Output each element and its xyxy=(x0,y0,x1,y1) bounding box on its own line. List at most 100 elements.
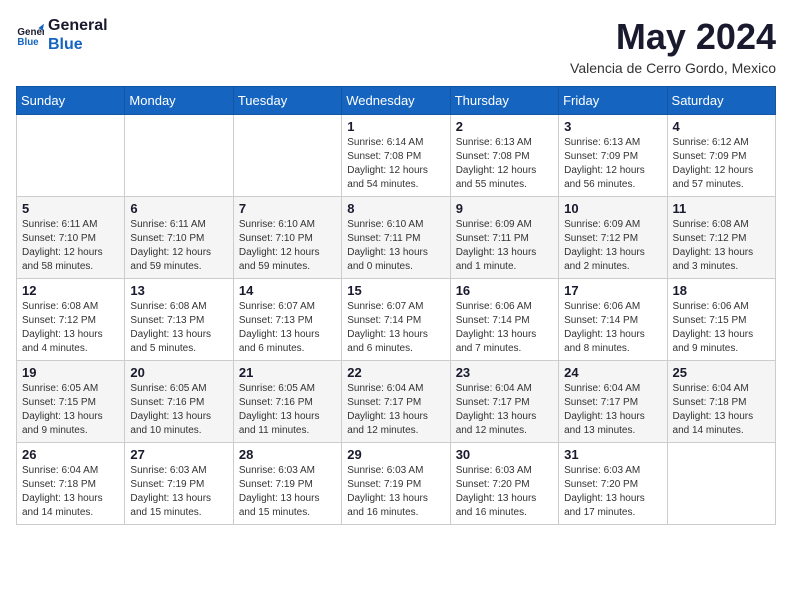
calendar-cell: 24 Sunrise: 6:04 AMSunset: 7:17 PMDayligh… xyxy=(559,361,667,443)
calendar-cell: 6 Sunrise: 6:11 AMSunset: 7:10 PMDaylight… xyxy=(125,197,233,279)
day-info: Sunrise: 6:14 AMSunset: 7:08 PMDaylight:… xyxy=(347,136,444,192)
day-info: Sunrise: 6:05 AMSunset: 7:16 PMDaylight:… xyxy=(239,382,336,438)
day-number: 9 xyxy=(456,201,553,216)
day-info: Sunrise: 6:03 AMSunset: 7:20 PMDaylight:… xyxy=(456,464,553,520)
day-number: 5 xyxy=(22,201,119,216)
day-number: 16 xyxy=(456,283,553,298)
day-number: 1 xyxy=(347,119,444,134)
day-header-thursday: Thursday xyxy=(450,87,558,115)
calendar-cell: 18Sunrise: 6:06 AMSunset: 7:15 PMDayligh… xyxy=(667,279,775,361)
calendar-table: SundayMondayTuesdayWednesdayThursdayFrid… xyxy=(16,86,776,525)
day-number: 7 xyxy=(239,201,336,216)
week-row-2: 5 Sunrise: 6:11 AMSunset: 7:10 PMDaylight… xyxy=(17,197,776,279)
day-info: Sunrise: 6:05 AMSunset: 7:16 PMDaylight:… xyxy=(130,382,227,438)
day-info: Sunrise: 6:07 AMSunset: 7:14 PMDaylight:… xyxy=(347,300,444,356)
day-number: 2 xyxy=(456,119,553,134)
day-number: 20 xyxy=(130,365,227,380)
day-info: Sunrise: 6:11 AMSunset: 7:10 PMDaylight:… xyxy=(130,218,227,274)
logo: General Blue General Blue xyxy=(16,16,108,54)
calendar-cell xyxy=(667,443,775,525)
day-number: 15 xyxy=(347,283,444,298)
location: Valencia de Cerro Gordo, Mexico xyxy=(570,60,776,76)
day-number: 28 xyxy=(239,447,336,462)
day-info: Sunrise: 6:04 AMSunset: 7:17 PMDaylight:… xyxy=(347,382,444,438)
day-number: 19 xyxy=(22,365,119,380)
day-info: Sunrise: 6:11 AMSunset: 7:10 PMDaylight:… xyxy=(22,218,119,274)
calendar-cell: 8Sunrise: 6:10 AMSunset: 7:11 PMDaylight… xyxy=(342,197,450,279)
day-info: Sunrise: 6:09 AMSunset: 7:12 PMDaylight:… xyxy=(564,218,661,274)
week-row-1: 1 Sunrise: 6:14 AMSunset: 7:08 PMDaylight… xyxy=(17,115,776,197)
day-number: 10 xyxy=(564,201,661,216)
day-header-monday: Monday xyxy=(125,87,233,115)
day-number: 29 xyxy=(347,447,444,462)
day-number: 11 xyxy=(673,201,770,216)
day-info: Sunrise: 6:08 AMSunset: 7:12 PMDaylight:… xyxy=(673,218,770,274)
calendar-cell: 27 Sunrise: 6:03 AMSunset: 7:19 PMDayligh… xyxy=(125,443,233,525)
calendar-cell: 25Sunrise: 6:04 AMSunset: 7:18 PMDayligh… xyxy=(667,361,775,443)
day-number: 3 xyxy=(564,119,661,134)
day-number: 31 xyxy=(564,447,661,462)
calendar-cell: 22 Sunrise: 6:04 AMSunset: 7:17 PMDayligh… xyxy=(342,361,450,443)
calendar-cell: 7 Sunrise: 6:10 AMSunset: 7:10 PMDaylight… xyxy=(233,197,341,279)
day-number: 8 xyxy=(347,201,444,216)
week-row-4: 19Sunrise: 6:05 AMSunset: 7:15 PMDayligh… xyxy=(17,361,776,443)
day-info: Sunrise: 6:04 AMSunset: 7:17 PMDaylight:… xyxy=(564,382,661,438)
calendar-cell: 28 Sunrise: 6:03 AMSunset: 7:19 PMDayligh… xyxy=(233,443,341,525)
day-info: Sunrise: 6:06 AMSunset: 7:14 PMDaylight:… xyxy=(564,300,661,356)
day-info: Sunrise: 6:08 AMSunset: 7:12 PMDaylight:… xyxy=(22,300,119,356)
day-number: 13 xyxy=(130,283,227,298)
day-info: Sunrise: 6:10 AMSunset: 7:10 PMDaylight:… xyxy=(239,218,336,274)
day-number: 4 xyxy=(673,119,770,134)
day-header-tuesday: Tuesday xyxy=(233,87,341,115)
calendar-cell: 10 Sunrise: 6:09 AMSunset: 7:12 PMDayligh… xyxy=(559,197,667,279)
day-info: Sunrise: 6:03 AMSunset: 7:20 PMDaylight:… xyxy=(564,464,661,520)
day-number: 6 xyxy=(130,201,227,216)
day-info: Sunrise: 6:04 AMSunset: 7:18 PMDaylight:… xyxy=(22,464,119,520)
calendar-cell: 11 Sunrise: 6:08 AMSunset: 7:12 PMDayligh… xyxy=(667,197,775,279)
calendar-cell: 12 Sunrise: 6:08 AMSunset: 7:12 PMDayligh… xyxy=(17,279,125,361)
day-info: Sunrise: 6:03 AMSunset: 7:19 PMDaylight:… xyxy=(347,464,444,520)
day-number: 12 xyxy=(22,283,119,298)
calendar-cell: 16 Sunrise: 6:06 AMSunset: 7:14 PMDayligh… xyxy=(450,279,558,361)
day-number: 14 xyxy=(239,283,336,298)
calendar-cell: 30Sunrise: 6:03 AMSunset: 7:20 PMDayligh… xyxy=(450,443,558,525)
day-info: Sunrise: 6:03 AMSunset: 7:19 PMDaylight:… xyxy=(239,464,336,520)
day-header-sunday: Sunday xyxy=(17,87,125,115)
day-info: Sunrise: 6:13 AMSunset: 7:09 PMDaylight:… xyxy=(564,136,661,192)
day-number: 25 xyxy=(673,365,770,380)
title-block: May 2024 Valencia de Cerro Gordo, Mexico xyxy=(570,16,776,76)
day-info: Sunrise: 6:08 AMSunset: 7:13 PMDaylight:… xyxy=(130,300,227,356)
calendar-cell: 21 Sunrise: 6:05 AMSunset: 7:16 PMDayligh… xyxy=(233,361,341,443)
calendar-cell: 13 Sunrise: 6:08 AMSunset: 7:13 PMDayligh… xyxy=(125,279,233,361)
svg-text:Blue: Blue xyxy=(17,37,39,48)
day-info: Sunrise: 6:06 AMSunset: 7:14 PMDaylight:… xyxy=(456,300,553,356)
days-header-row: SundayMondayTuesdayWednesdayThursdayFrid… xyxy=(17,87,776,115)
day-header-wednesday: Wednesday xyxy=(342,87,450,115)
day-info: Sunrise: 6:03 AMSunset: 7:19 PMDaylight:… xyxy=(130,464,227,520)
calendar-cell: 17 Sunrise: 6:06 AMSunset: 7:14 PMDayligh… xyxy=(559,279,667,361)
day-info: Sunrise: 6:04 AMSunset: 7:17 PMDaylight:… xyxy=(456,382,553,438)
calendar-cell: 23 Sunrise: 6:04 AMSunset: 7:17 PMDayligh… xyxy=(450,361,558,443)
day-number: 21 xyxy=(239,365,336,380)
calendar-cell xyxy=(17,115,125,197)
day-info: Sunrise: 6:09 AMSunset: 7:11 PMDaylight:… xyxy=(456,218,553,274)
calendar-cell: 20 Sunrise: 6:05 AMSunset: 7:16 PMDayligh… xyxy=(125,361,233,443)
month-title: May 2024 xyxy=(570,16,776,58)
day-header-saturday: Saturday xyxy=(667,87,775,115)
week-row-3: 12 Sunrise: 6:08 AMSunset: 7:12 PMDayligh… xyxy=(17,279,776,361)
day-info: Sunrise: 6:07 AMSunset: 7:13 PMDaylight:… xyxy=(239,300,336,356)
calendar-cell: 19Sunrise: 6:05 AMSunset: 7:15 PMDayligh… xyxy=(17,361,125,443)
day-info: Sunrise: 6:06 AMSunset: 7:15 PMDaylight:… xyxy=(673,300,770,356)
day-number: 26 xyxy=(22,447,119,462)
calendar-cell: 26 Sunrise: 6:04 AMSunset: 7:18 PMDayligh… xyxy=(17,443,125,525)
logo-icon: General Blue xyxy=(16,21,44,49)
page-header: General Blue General Blue May 2024 Valen… xyxy=(16,16,776,76)
day-number: 24 xyxy=(564,365,661,380)
day-number: 23 xyxy=(456,365,553,380)
day-number: 17 xyxy=(564,283,661,298)
calendar-cell: 29 Sunrise: 6:03 AMSunset: 7:19 PMDayligh… xyxy=(342,443,450,525)
week-row-5: 26 Sunrise: 6:04 AMSunset: 7:18 PMDayligh… xyxy=(17,443,776,525)
calendar-cell xyxy=(125,115,233,197)
day-number: 22 xyxy=(347,365,444,380)
day-number: 27 xyxy=(130,447,227,462)
